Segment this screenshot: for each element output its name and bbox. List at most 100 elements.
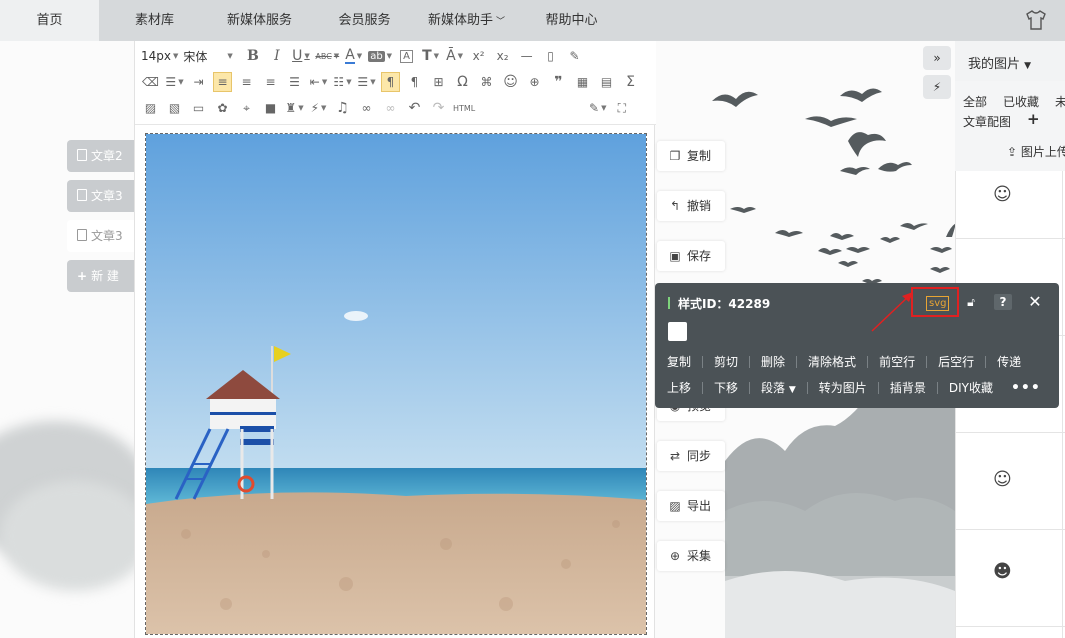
font-family-select[interactable]: 宋体 ▼	[183, 46, 238, 66]
copy-action[interactable]: 复制	[667, 353, 691, 370]
more-icon[interactable]: •••	[1011, 380, 1041, 396]
background-color-icon[interactable]: ab ▼	[368, 46, 392, 66]
expand-panel-icon[interactable]: »	[923, 46, 951, 70]
font-size-select[interactable]: 14px ▼	[141, 46, 178, 66]
sticker-face-icon[interactable]: ☻	[993, 561, 1012, 582]
sticker-face-icon[interactable]: ☺	[993, 184, 1012, 205]
quote-icon[interactable]: ❞	[549, 72, 568, 92]
redo-icon[interactable]: ↷	[429, 98, 448, 118]
rtl-direction-icon[interactable]: ¶	[405, 72, 424, 92]
sigma-icon[interactable]: Σ	[621, 72, 640, 92]
image-edit-icon[interactable]: ✿	[213, 98, 232, 118]
new-document-icon[interactable]: ▯	[541, 46, 560, 66]
filter-all[interactable]: 全部	[963, 93, 987, 110]
font-size-increase-icon[interactable]: T ▼	[421, 46, 440, 66]
pass-action[interactable]: 传递	[997, 353, 1021, 370]
move-up-action[interactable]: 上移	[667, 379, 691, 396]
video-icon[interactable]: ■	[261, 98, 280, 118]
nav-materials[interactable]: 素材库	[106, 0, 203, 41]
convert-to-image-action[interactable]: 转为图片	[819, 379, 867, 396]
magic-wand-icon[interactable]: ⚡	[923, 75, 951, 99]
template-icon[interactable]: ⊞	[429, 72, 448, 92]
bold-icon[interactable]: B	[243, 46, 262, 66]
tshirt-icon[interactable]	[1025, 10, 1047, 30]
undo-button[interactable]: ↰ 撤销	[657, 191, 725, 221]
fullscreen-icon[interactable]: ⛶	[612, 98, 631, 118]
html-source-button[interactable]: HTML	[453, 98, 475, 118]
new-doc-button[interactable]: + 新 建	[67, 260, 134, 292]
delete-action[interactable]: 删除	[761, 353, 785, 370]
image-icon[interactable]: ▨	[141, 98, 160, 118]
outdent-icon[interactable]: ⇤ ▼	[309, 72, 328, 92]
undo-icon[interactable]: ↶	[405, 98, 424, 118]
screenshot-icon[interactable]: ▭	[189, 98, 208, 118]
eraser-icon[interactable]: ⌫	[141, 72, 160, 92]
format-painter-icon[interactable]: ⌘	[477, 72, 496, 92]
paragraph-spacing-icon[interactable]: ☷ ▼	[333, 72, 352, 92]
editor-canvas-image[interactable]	[145, 133, 647, 635]
upload-picture-button[interactable]: ⇪ 图片上传	[1007, 143, 1065, 160]
link-icon[interactable]: ∞	[357, 98, 376, 118]
map-icon[interactable]: ⌖	[237, 98, 256, 118]
filter-favorited[interactable]: 已收藏	[1003, 93, 1039, 110]
nav-media-service[interactable]: 新媒体服务	[211, 0, 308, 41]
svg-button[interactable]: svg	[926, 296, 950, 311]
doc-tab-article2[interactable]: 文章2	[67, 140, 134, 172]
italic-icon[interactable]: I	[267, 46, 286, 66]
list-icon[interactable]: ☰ ▼	[357, 72, 376, 92]
emoji-icon[interactable]: ☺	[501, 72, 520, 92]
unlink-icon[interactable]: ∞	[381, 98, 400, 118]
line-height-icon[interactable]: ☰ ▼	[165, 72, 184, 92]
images-icon[interactable]: ▧	[165, 98, 184, 118]
edit-document-icon[interactable]: ✎	[565, 46, 584, 66]
underline-icon[interactable]: U ▼	[291, 46, 310, 66]
close-icon[interactable]: ✕	[1026, 294, 1044, 310]
blank-line-before-action[interactable]: 前空行	[879, 353, 915, 370]
align-right-icon[interactable]: ≡	[261, 72, 280, 92]
save-page-icon[interactable]: ▤	[597, 72, 616, 92]
text-border-icon[interactable]: A	[397, 46, 416, 66]
insert-background-action[interactable]: 插背景	[890, 379, 926, 396]
color-swatch[interactable]	[668, 322, 687, 341]
search-replace-icon[interactable]: ⊕	[525, 72, 544, 92]
nav-member-service[interactable]: 会员服务	[316, 0, 413, 41]
strikethrough-icon[interactable]: ABC ▼	[315, 46, 339, 66]
copy-button[interactable]: ❐ 复制	[657, 141, 725, 171]
paint-bucket-icon[interactable]: ♜ ▼	[285, 98, 304, 118]
export-button[interactable]: ▨ 导出	[657, 491, 725, 521]
horizontal-rule-icon[interactable]: —	[517, 46, 536, 66]
collect-button[interactable]: ⊕ 采集	[657, 541, 725, 571]
ltr-direction-icon[interactable]: ¶	[381, 72, 400, 92]
blank-line-after-action[interactable]: 后空行	[938, 353, 974, 370]
sync-button[interactable]: ⇄ 同步	[657, 441, 725, 471]
paragraph-dropdown[interactable]: 段落 ▼	[761, 379, 796, 396]
doc-tab-article3[interactable]: 文章3	[67, 180, 134, 212]
align-justify-icon[interactable]: ☰	[285, 72, 304, 92]
sticker-face-icon[interactable]: ☺	[993, 469, 1012, 490]
omega-icon[interactable]: Ω	[453, 72, 472, 92]
magic-wand-icon[interactable]: ⚡ ▼	[309, 98, 328, 118]
subscript-icon[interactable]: x₂	[493, 46, 512, 66]
add-category-icon[interactable]: +	[1027, 110, 1040, 128]
music-icon[interactable]: ♫	[333, 98, 352, 118]
table-icon[interactable]: ▦	[573, 72, 592, 92]
nav-help-center[interactable]: 帮助中心	[523, 0, 620, 41]
category-article-images[interactable]: 文章配图	[963, 113, 1011, 130]
move-down-action[interactable]: 下移	[714, 379, 738, 396]
nav-home[interactable]: 首页	[0, 0, 99, 41]
save-button[interactable]: ▣ 保存	[657, 241, 725, 271]
cut-action[interactable]: 剪切	[714, 353, 738, 370]
my-pictures-dropdown[interactable]: 我的图片 ▼	[968, 53, 1031, 72]
align-left-icon[interactable]: ≡	[213, 72, 232, 92]
clear-format-action[interactable]: 清除格式	[808, 353, 856, 370]
checklist-icon[interactable]: ✎ ▼	[588, 98, 607, 118]
doc-tab-article3-active[interactable]: 文章3	[67, 220, 134, 252]
superscript-icon[interactable]: x²	[469, 46, 488, 66]
diy-favorite-action[interactable]: DIY收藏	[949, 379, 993, 396]
filter-more[interactable]: 未	[1055, 93, 1065, 110]
font-color-icon[interactable]: A ▼	[344, 46, 363, 66]
help-icon[interactable]: ?	[994, 294, 1012, 310]
indent-icon[interactable]: ⇥	[189, 72, 208, 92]
unlock-icon[interactable]: 🔓︎	[962, 294, 980, 310]
nav-media-assistant[interactable]: 新媒体助手 ﹀	[418, 0, 515, 41]
